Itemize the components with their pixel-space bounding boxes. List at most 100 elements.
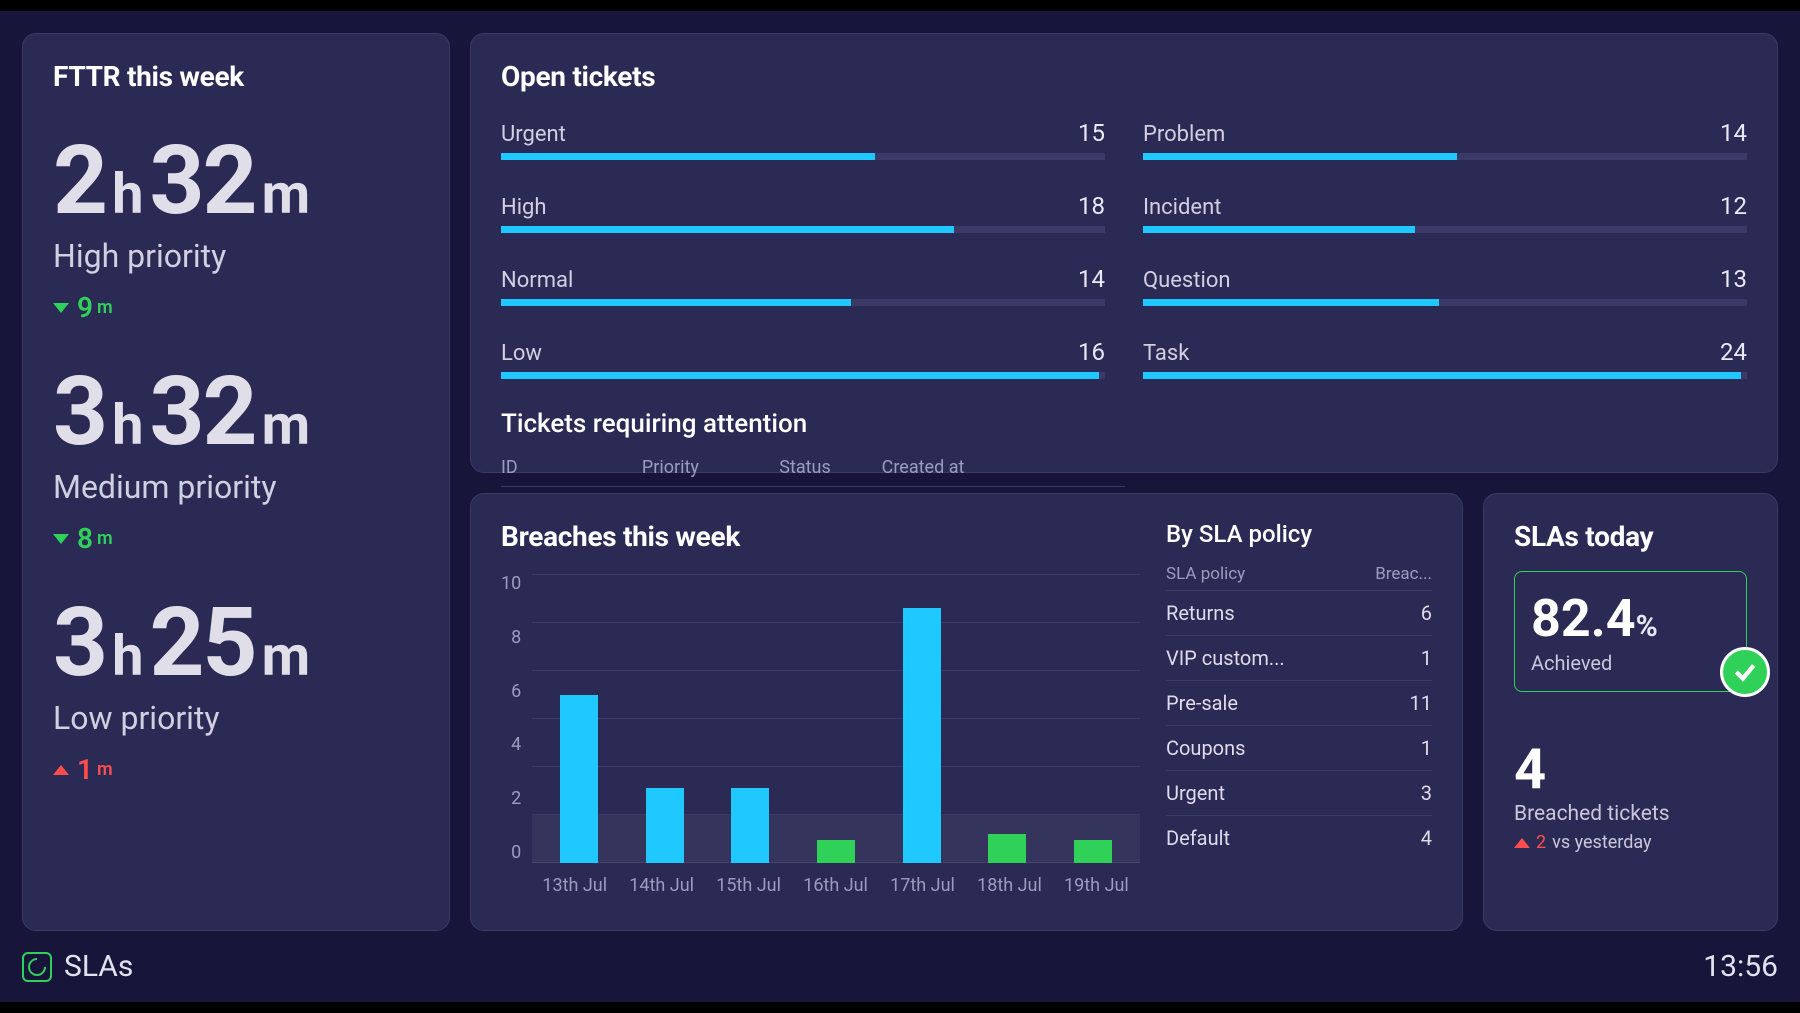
logo-icon <box>22 952 52 982</box>
breaches-panel: Breaches this week 1086420 13th Jul14th … <box>470 493 1463 931</box>
y-tick: 10 <box>501 573 521 594</box>
breached-count: 4 <box>1514 736 1747 802</box>
breached-label: Breached tickets <box>1514 802 1747 826</box>
bar-line: Urgent 15 <box>501 119 1105 160</box>
vs-delta: 2 <box>1536 832 1546 853</box>
x-tick: 19th Jul <box>1064 875 1129 896</box>
attention-th-priority: Priority <box>642 449 779 487</box>
bar-value: 15 <box>1078 119 1105 147</box>
bar-value: 12 <box>1720 192 1747 220</box>
policy-name: Returns <box>1166 601 1235 625</box>
x-tick: 14th Jul <box>629 875 694 896</box>
bar-label: Task <box>1143 341 1189 366</box>
fttr-item: 3 h 25 m Low priority 1m <box>53 595 419 786</box>
policy-row: Pre-sale 11 <box>1166 680 1432 725</box>
bar-line: Incident 12 <box>1143 192 1747 233</box>
check-icon <box>1720 647 1770 697</box>
y-tick: 8 <box>511 627 521 648</box>
triangle-down-icon <box>53 303 69 313</box>
policy-name: Urgent <box>1166 781 1225 805</box>
attention-th-created: Created at <box>882 449 1125 487</box>
fttr-hours: 2 <box>53 133 106 229</box>
fttr-mins: 32 <box>149 364 255 460</box>
bar-value: 14 <box>1078 265 1105 293</box>
y-tick: 4 <box>511 734 521 755</box>
bar-value: 24 <box>1720 338 1747 366</box>
chart-bar <box>731 788 769 863</box>
open-tickets-title: Open tickets <box>501 60 1747 93</box>
achieved-value: 82.4 <box>1531 588 1636 649</box>
fttr-delta: 9m <box>53 291 419 324</box>
sla-today-panel: SLAs today 82.4% Achieved 4 Breached tic… <box>1483 493 1778 931</box>
triangle-down-icon <box>53 534 69 544</box>
chart-bar <box>1074 840 1112 863</box>
bar-value: 16 <box>1078 338 1105 366</box>
vs-text: vs yesterday <box>1552 832 1651 853</box>
policy-name: Coupons <box>1166 736 1245 760</box>
achieved-box: 82.4% Achieved <box>1514 571 1747 692</box>
fttr-mins: 25 <box>149 595 255 691</box>
policy-name: VIP custom... <box>1166 646 1285 670</box>
policy-count: 3 <box>1421 781 1432 805</box>
footer-title: SLAs <box>64 949 133 984</box>
chart-bar <box>560 695 598 863</box>
policy-count: 1 <box>1421 646 1432 670</box>
policy-name: Pre-sale <box>1166 691 1238 715</box>
breaches-chart <box>531 573 1140 863</box>
fttr-item: 3 h 32 m Medium priority 8m <box>53 364 419 555</box>
x-tick: 18th Jul <box>977 875 1042 896</box>
attention-th-status: Status <box>779 449 881 487</box>
fttr-hours: 3 <box>53 595 106 691</box>
triangle-up-icon <box>53 765 69 775</box>
chart-bar <box>817 840 855 863</box>
x-tick: 17th Jul <box>890 875 955 896</box>
bar-label: Problem <box>1143 122 1225 147</box>
policy-row: Returns 6 <box>1166 590 1432 635</box>
policy-row: Default 4 <box>1166 815 1432 860</box>
bar-value: 18 <box>1078 192 1105 220</box>
open-tickets-panel: Open tickets Urgent 15 High 18 Normal 14… <box>470 33 1778 473</box>
policy-count: 6 <box>1421 601 1432 625</box>
sla-today-title: SLAs today <box>1514 520 1747 553</box>
by-policy-th-count: Breac... <box>1375 564 1432 584</box>
policy-count: 1 <box>1421 736 1432 760</box>
fttr-label: Medium priority <box>53 468 419 506</box>
bar-line: High 18 <box>501 192 1105 233</box>
chart-bar <box>903 608 941 863</box>
fttr-title: FTTR this week <box>53 60 419 93</box>
fttr-hours: 3 <box>53 364 106 460</box>
fttr-item: 2 h 32 m High priority 9m <box>53 133 419 324</box>
fttr-panel: FTTR this week 2 h 32 m High priority 9m… <box>22 33 450 931</box>
x-tick: 15th Jul <box>716 875 781 896</box>
x-tick: 13th Jul <box>542 875 607 896</box>
fttr-mins: 32 <box>149 133 255 229</box>
fttr-delta: 1m <box>53 753 419 786</box>
bar-label: Urgent <box>501 122 566 147</box>
bar-label: Incident <box>1143 195 1221 220</box>
clock: 13:56 <box>1703 949 1778 984</box>
achieved-label: Achieved <box>1531 651 1730 675</box>
policy-count: 4 <box>1421 826 1432 850</box>
chart-bar <box>988 834 1026 863</box>
bar-label: Question <box>1143 268 1231 293</box>
policy-row: VIP custom... 1 <box>1166 635 1432 680</box>
bar-label: Low <box>501 341 542 366</box>
bar-value: 13 <box>1720 265 1747 293</box>
bar-line: Question 13 <box>1143 265 1747 306</box>
policy-name: Default <box>1166 826 1230 850</box>
policy-count: 11 <box>1410 691 1432 715</box>
by-policy-th-name: SLA policy <box>1166 564 1245 584</box>
policy-row: Coupons 1 <box>1166 725 1432 770</box>
bar-line: Low 16 <box>501 338 1105 379</box>
y-tick: 6 <box>511 681 521 702</box>
x-tick: 16th Jul <box>803 875 868 896</box>
y-tick: 0 <box>511 842 521 863</box>
triangle-up-icon <box>1514 838 1530 848</box>
fttr-label: High priority <box>53 237 419 275</box>
policy-row: Urgent 3 <box>1166 770 1432 815</box>
bar-line: Task 24 <box>1143 338 1747 379</box>
bar-value: 14 <box>1720 119 1747 147</box>
y-tick: 2 <box>511 788 521 809</box>
bar-label: High <box>501 195 547 220</box>
footer: SLAs 13:56 <box>22 931 1778 1002</box>
